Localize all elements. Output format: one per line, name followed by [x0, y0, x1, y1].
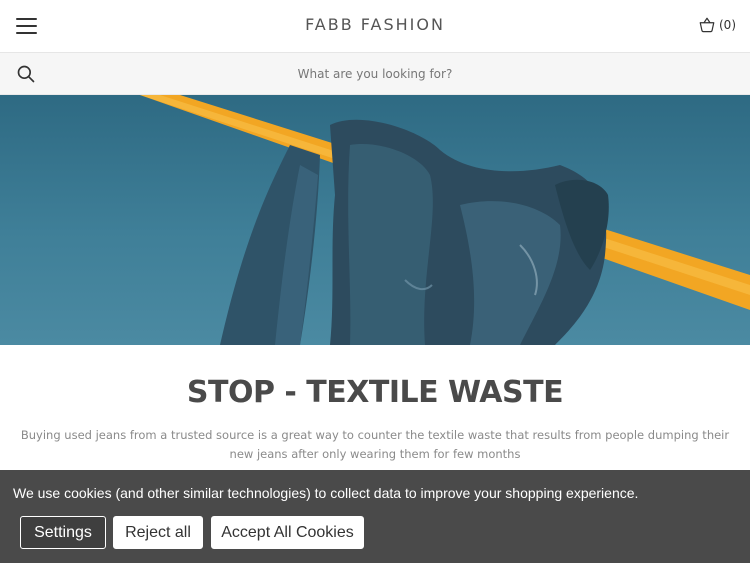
- cookie-settings-button[interactable]: Settings: [20, 516, 106, 549]
- article-title: STOP - TEXTILE WASTE: [186, 375, 564, 410]
- cookie-message: We use cookies (and other similar techno…: [13, 485, 639, 501]
- hero-jeans-illustration: [140, 95, 750, 345]
- cookie-banner: We use cookies (and other similar techno…: [0, 470, 750, 563]
- cart-button[interactable]: (0): [698, 16, 736, 34]
- article-section: STOP - TEXTILE WASTE Buying used jeans f…: [0, 345, 750, 470]
- search-bar: [0, 53, 750, 95]
- shopping-basket-icon: [699, 17, 715, 33]
- article-description: Buying used jeans from a trusted source …: [20, 428, 730, 461]
- brand-logo[interactable]: FABB FASHION: [0, 15, 750, 34]
- hero-image: [0, 95, 750, 345]
- accept-all-cookies-button[interactable]: Accept All Cookies: [211, 516, 364, 549]
- search-input[interactable]: [60, 61, 690, 87]
- cart-count: (0): [719, 18, 736, 32]
- search-icon[interactable]: [16, 64, 36, 84]
- reject-all-button[interactable]: Reject all: [113, 516, 203, 549]
- site-header: FABB FASHION (0): [0, 0, 750, 53]
